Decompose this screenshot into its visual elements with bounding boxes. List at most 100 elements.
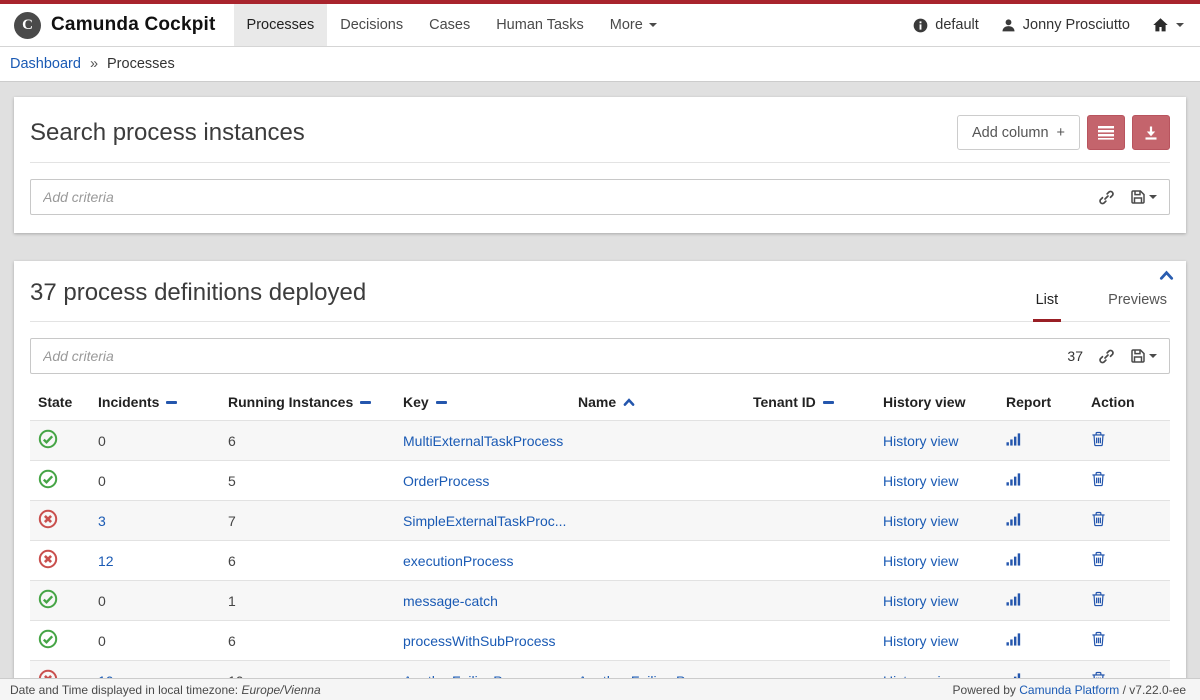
definition-criteria-input[interactable] xyxy=(43,339,1052,373)
list-icon xyxy=(1097,125,1115,140)
view-tabs: List Previews xyxy=(989,284,1170,321)
table-row[interactable]: 0 5 OrderProcess History view xyxy=(30,461,1170,501)
info-icon xyxy=(913,18,928,33)
breadcrumb-separator: » xyxy=(90,56,98,72)
nav-item-label: Processes xyxy=(247,17,315,33)
column-header-history-view[interactable]: History view xyxy=(875,388,998,421)
tenant-id-cell xyxy=(745,541,875,581)
search-panel-title: Search process instances xyxy=(30,119,305,147)
app-brand[interactable]: C Camunda Cockpit xyxy=(14,4,216,46)
process-key-link[interactable]: OrderProcess xyxy=(403,473,489,489)
process-key-link[interactable]: SimpleExternalTaskProc... xyxy=(403,513,566,529)
plus-icon: + xyxy=(1057,125,1065,141)
list-view-button[interactable] xyxy=(1087,115,1125,150)
tab-previews[interactable]: Previews xyxy=(1105,284,1170,322)
tenant-id-cell xyxy=(745,421,875,461)
column-header-incidents[interactable]: Incidents xyxy=(90,388,220,421)
collapse-panel-icon[interactable] xyxy=(1159,269,1174,281)
report-icon[interactable] xyxy=(1006,472,1021,486)
engine-selector[interactable]: default xyxy=(913,17,979,33)
app-title: Camunda Cockpit xyxy=(51,14,216,36)
sort-ascending-icon[interactable] xyxy=(623,397,635,407)
column-header-label: History view xyxy=(883,394,965,410)
tab-list[interactable]: List xyxy=(1033,284,1062,322)
history-view-link[interactable]: History view xyxy=(883,553,958,569)
incidents-count[interactable]: 3 xyxy=(98,513,106,529)
incidents-count[interactable]: 12 xyxy=(98,553,114,569)
table-row[interactable]: 12 6 executionProcess History view xyxy=(30,541,1170,581)
chevron-down-icon xyxy=(1176,23,1184,27)
save-search-icon[interactable] xyxy=(1130,348,1157,364)
engine-label: default xyxy=(935,17,979,33)
column-header-label: State xyxy=(38,394,72,410)
version-label: / v7.22.0-ee xyxy=(1123,683,1186,697)
column-header-key[interactable]: Key xyxy=(395,388,570,421)
column-header-running-instances[interactable]: Running Instances xyxy=(220,388,395,421)
user-menu[interactable]: Jonny Prosciutto xyxy=(1001,17,1130,33)
camunda-platform-link[interactable]: Camunda Platform xyxy=(1019,683,1119,697)
column-header-tenant-id[interactable]: Tenant ID xyxy=(745,388,875,421)
column-header-report[interactable]: Report xyxy=(998,388,1083,421)
process-key-link[interactable]: message-catch xyxy=(403,593,498,609)
column-header-state[interactable]: State xyxy=(30,388,90,421)
remove-column-icon[interactable] xyxy=(436,401,447,404)
process-key-link[interactable]: processWithSubProcess xyxy=(403,633,556,649)
remove-column-icon[interactable] xyxy=(823,401,834,404)
delete-icon[interactable] xyxy=(1091,471,1106,487)
nav-item-processes[interactable]: Processes xyxy=(234,4,328,46)
state-error-icon xyxy=(38,509,58,529)
report-icon[interactable] xyxy=(1006,432,1021,446)
column-header-name[interactable]: Name xyxy=(570,388,745,421)
remove-column-icon[interactable] xyxy=(166,401,177,404)
history-view-link[interactable]: History view xyxy=(883,513,958,529)
nav-item-human-tasks[interactable]: Human Tasks xyxy=(483,4,597,46)
table-row[interactable]: 0 6 MultiExternalTaskProcess History vie… xyxy=(30,421,1170,461)
tenant-id-cell xyxy=(745,501,875,541)
copy-link-icon[interactable] xyxy=(1098,348,1115,365)
table-row[interactable]: 3 7 SimpleExternalTaskProc... History vi… xyxy=(30,501,1170,541)
copy-link-icon[interactable] xyxy=(1098,189,1115,206)
breadcrumb-dashboard-link[interactable]: Dashboard xyxy=(10,56,81,72)
search-instances-panel: Search process instances Add column + xyxy=(14,97,1186,233)
nav-item-more[interactable]: More xyxy=(597,4,670,46)
column-header-action[interactable]: Action xyxy=(1083,388,1170,421)
column-header-label: Report xyxy=(1006,394,1051,410)
incidents-count: 0 xyxy=(98,633,106,649)
history-view-link[interactable]: History view xyxy=(883,593,958,609)
chevron-down-icon xyxy=(649,23,657,27)
definitions-panel-title: 37 process definitions deployed xyxy=(30,279,366,321)
save-search-icon[interactable] xyxy=(1130,189,1157,205)
nav-item-cases[interactable]: Cases xyxy=(416,4,483,46)
remove-column-icon[interactable] xyxy=(360,401,371,404)
process-key-link[interactable]: executionProcess xyxy=(403,553,514,569)
delete-icon[interactable] xyxy=(1091,431,1106,447)
add-column-button[interactable]: Add column + xyxy=(957,115,1080,150)
report-icon[interactable] xyxy=(1006,592,1021,606)
process-definitions-panel: 37 process definitions deployed List Pre… xyxy=(14,261,1186,699)
nav-item-decisions[interactable]: Decisions xyxy=(327,4,416,46)
delete-icon[interactable] xyxy=(1091,631,1106,647)
delete-icon[interactable] xyxy=(1091,591,1106,607)
report-icon[interactable] xyxy=(1006,512,1021,526)
report-icon[interactable] xyxy=(1006,632,1021,646)
running-instances-count: 6 xyxy=(220,421,395,461)
download-icon xyxy=(1143,125,1159,141)
incidents-count: 0 xyxy=(98,593,106,609)
home-menu[interactable] xyxy=(1152,17,1184,33)
instance-criteria-input[interactable] xyxy=(43,180,1083,214)
report-icon[interactable] xyxy=(1006,552,1021,566)
delete-icon[interactable] xyxy=(1091,551,1106,567)
history-view-link[interactable]: History view xyxy=(883,433,958,449)
process-key-link[interactable]: MultiExternalTaskProcess xyxy=(403,433,563,449)
history-view-link[interactable]: History view xyxy=(883,633,958,649)
history-view-link[interactable]: History view xyxy=(883,473,958,489)
state-error-icon xyxy=(38,549,58,569)
column-header-label: Key xyxy=(403,394,429,410)
download-button[interactable] xyxy=(1132,115,1170,150)
table-row[interactable]: 0 1 message-catch History view xyxy=(30,581,1170,621)
table-row[interactable]: 0 6 processWithSubProcess History view xyxy=(30,621,1170,661)
navbar-right: default Jonny Prosciutto xyxy=(913,4,1184,46)
delete-icon[interactable] xyxy=(1091,511,1106,527)
tenant-id-cell xyxy=(745,461,875,501)
nav-item-label: Cases xyxy=(429,17,470,33)
